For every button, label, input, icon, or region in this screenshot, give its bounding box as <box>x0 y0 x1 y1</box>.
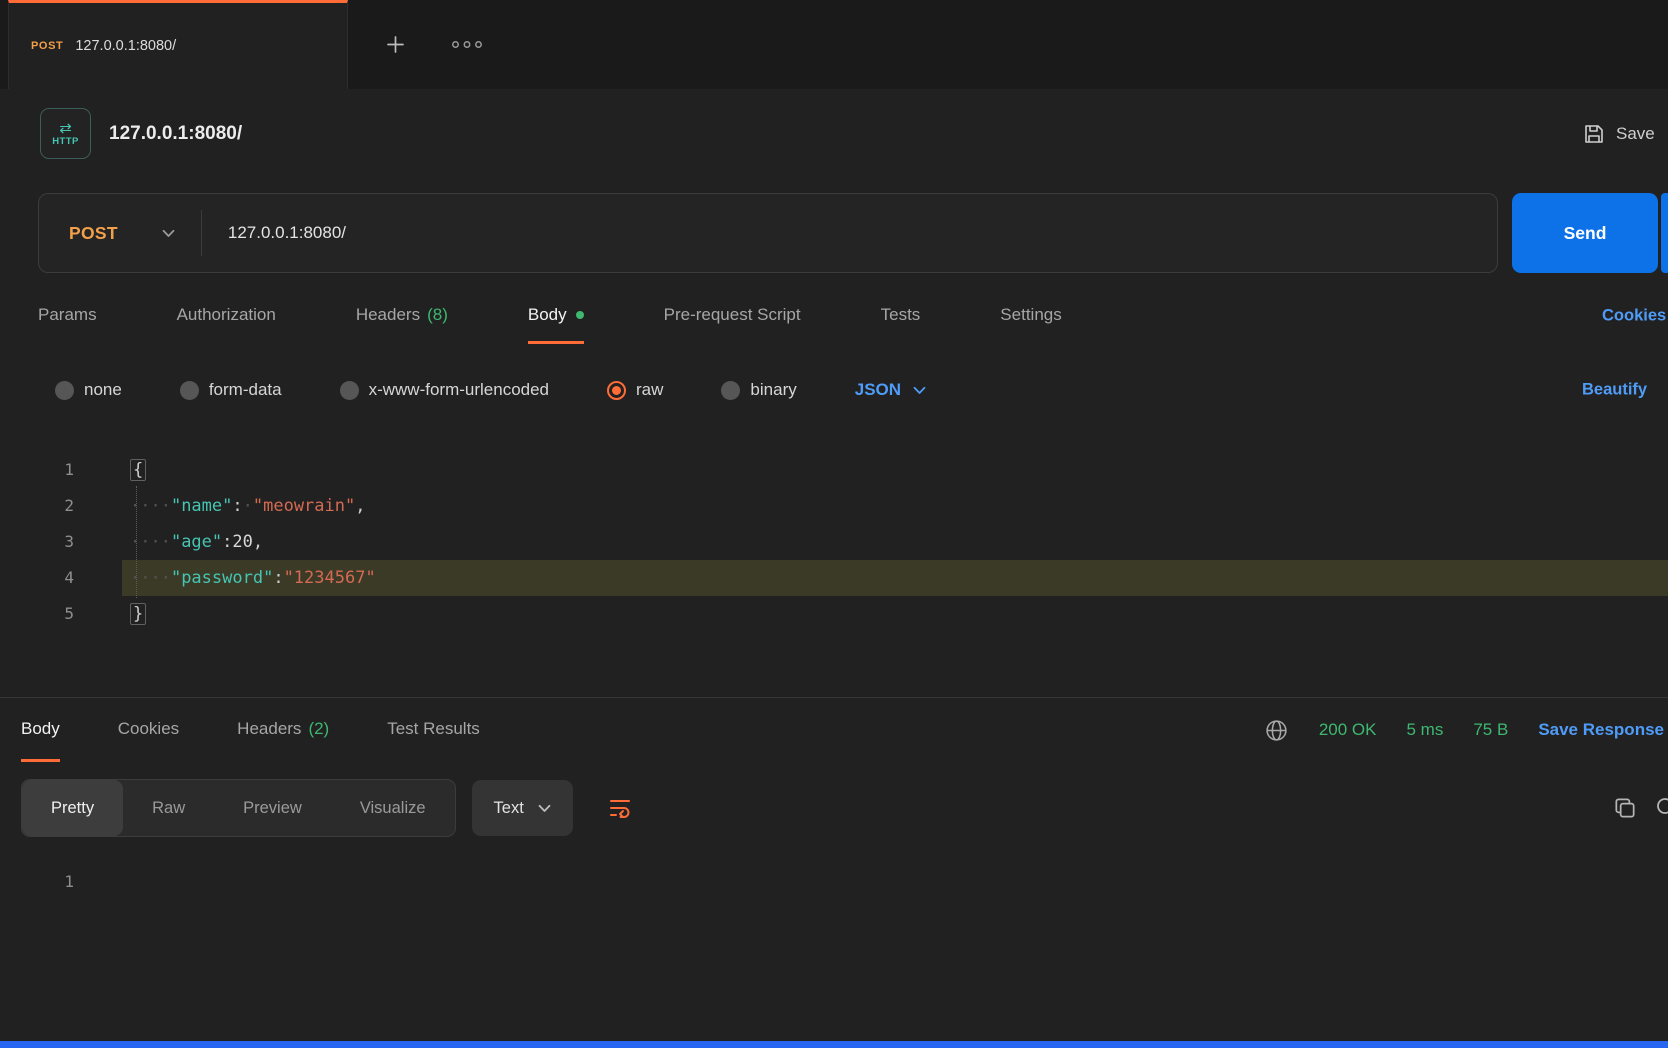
window-focus-bar-bottom <box>0 1041 1668 1048</box>
tab-authorization[interactable]: Authorization <box>177 288 276 344</box>
response-tab-headers[interactable]: Headers (2) <box>237 698 329 762</box>
radio-icon <box>180 381 199 400</box>
code-line-highlighted: ····"password":"1234567" <box>122 560 1668 596</box>
request-body-editor[interactable]: 1 2 3 4 5 { ····"name":·"meowrain", ····… <box>0 436 1668 648</box>
radio-binary[interactable]: binary <box>721 380 796 400</box>
response-body-viewer[interactable]: 1 <box>0 854 1668 900</box>
response-toolbar: Pretty Raw Preview Visualize Text <box>0 762 1668 854</box>
code-line: { <box>122 452 1668 488</box>
save-label: Save <box>1616 124 1655 144</box>
tab-tests[interactable]: Tests <box>881 288 921 344</box>
network-info-icon[interactable] <box>1264 718 1289 743</box>
radio-x-www-form-urlencoded[interactable]: x-www-form-urlencoded <box>340 380 549 400</box>
code-line: ····"name":·"meowrain", <box>122 488 1668 524</box>
body-modified-dot <box>576 311 584 319</box>
cookies-link[interactable]: Cookies <box>1602 307 1666 326</box>
request-tab-bar: POST 127.0.0.1:8080/ <box>0 0 1668 89</box>
send-options-button[interactable] <box>1661 193 1668 273</box>
copy-response-button[interactable] <box>1612 795 1638 821</box>
tab-method-label: POST <box>31 40 63 52</box>
radio-none[interactable]: none <box>55 380 122 400</box>
radio-icon <box>340 381 359 400</box>
tab-headers[interactable]: Headers (8) <box>356 288 448 344</box>
chevron-down-icon <box>162 229 175 238</box>
view-raw-button[interactable]: Raw <box>123 780 214 836</box>
save-response-button[interactable]: Save Response <box>1538 720 1664 740</box>
new-tab-button[interactable] <box>374 24 416 66</box>
beautify-link[interactable]: Beautify <box>1582 381 1647 400</box>
code-line: } <box>122 596 1668 632</box>
wrap-text-button[interactable] <box>591 780 649 836</box>
response-format-dropdown[interactable]: Text <box>472 780 573 836</box>
method-label: POST <box>69 223 118 244</box>
radio-selected-icon <box>607 381 626 400</box>
copy-icon <box>1612 795 1638 821</box>
radio-raw[interactable]: raw <box>607 380 663 400</box>
send-button[interactable]: Send <box>1512 193 1658 273</box>
search-icon <box>1654 795 1668 821</box>
request-tab-active[interactable]: POST 127.0.0.1:8080/ <box>8 0 348 89</box>
code-line: ····"age":20, <box>122 524 1668 560</box>
response-tabs: Body Cookies Headers (2) Test Results 20… <box>0 698 1668 762</box>
request-title: 127.0.0.1:8080/ <box>109 123 242 145</box>
wrap-text-icon <box>606 795 634 821</box>
tab-body[interactable]: Body <box>528 288 584 344</box>
editor-line-numbers: 1 2 3 4 5 <box>0 452 92 648</box>
body-type-options: none form-data x-www-form-urlencoded raw… <box>0 344 1668 436</box>
url-input[interactable]: 127.0.0.1:8080/ <box>202 223 1497 243</box>
chevron-down-icon <box>913 386 926 395</box>
view-pretty-button[interactable]: Pretty <box>22 780 123 836</box>
request-header: ⇄ HTTP 127.0.0.1:8080/ Save <box>0 89 1668 178</box>
headers-count-badge: (8) <box>427 305 448 325</box>
tab-params[interactable]: Params <box>38 288 97 344</box>
response-tab-test-results[interactable]: Test Results <box>387 698 480 762</box>
content-type-dropdown[interactable]: JSON <box>855 380 926 400</box>
response-headers-count-badge: (2) <box>308 719 329 739</box>
plus-icon <box>386 35 405 54</box>
postman-window: POST 127.0.0.1:8080/ ⇄ HTTP 127.0.0.1:80… <box>0 0 1668 1048</box>
response-time: 5 ms <box>1406 720 1443 740</box>
http-protocol-icon: ⇄ HTTP <box>40 108 91 159</box>
radio-icon <box>721 381 740 400</box>
url-bar: POST 127.0.0.1:8080/ <box>38 193 1498 273</box>
http-arrows-icon: ⇄ <box>59 121 72 136</box>
tab-pre-request-script[interactable]: Pre-request Script <box>664 288 801 344</box>
request-url-row: POST 127.0.0.1:8080/ Send <box>0 178 1668 288</box>
response-actions <box>1612 795 1668 821</box>
response-section: Body Cookies Headers (2) Test Results 20… <box>0 697 1668 900</box>
view-preview-button[interactable]: Preview <box>214 780 331 836</box>
editor-code-area[interactable]: { ····"name":·"meowrain", ····"age":20, … <box>122 452 1668 648</box>
request-tabs: Params Authorization Headers (8) Body Pr… <box>0 288 1668 344</box>
method-dropdown[interactable]: POST <box>39 194 201 272</box>
response-line-numbers: 1 <box>0 864 92 900</box>
save-button[interactable]: Save <box>1582 122 1655 146</box>
view-visualize-button[interactable]: Visualize <box>331 780 455 836</box>
status-code: 200 OK <box>1319 720 1377 740</box>
response-meta: 200 OK 5 ms 75 B Save Response <box>1264 698 1664 762</box>
radio-form-data[interactable]: form-data <box>180 380 282 400</box>
tab-settings[interactable]: Settings <box>1000 288 1061 344</box>
response-tab-body[interactable]: Body <box>21 698 60 762</box>
tab-url-label: 127.0.0.1:8080/ <box>75 38 176 54</box>
more-options-icon <box>451 40 483 49</box>
save-icon <box>1582 122 1606 146</box>
indent-guide <box>136 486 137 598</box>
search-response-button[interactable] <box>1654 795 1668 821</box>
response-tab-cookies[interactable]: Cookies <box>118 698 179 762</box>
chevron-down-icon <box>538 804 551 813</box>
tab-options-button[interactable] <box>444 24 490 66</box>
response-view-switcher: Pretty Raw Preview Visualize <box>21 779 456 837</box>
radio-icon <box>55 381 74 400</box>
response-size: 75 B <box>1473 720 1508 740</box>
